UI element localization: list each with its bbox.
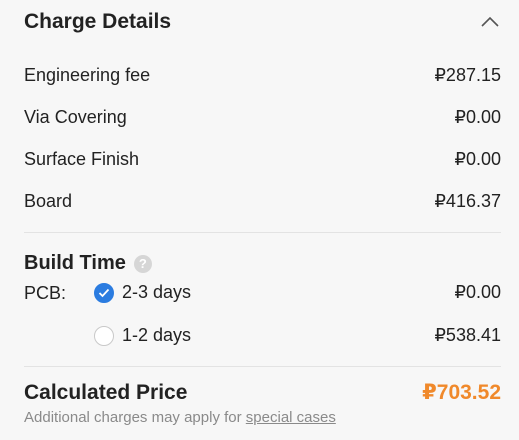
build-option-radio-2-3-days[interactable]: 2-3 days [94, 282, 191, 303]
charge-row-via-covering: Via Covering ₽0.00 [24, 107, 501, 128]
pcb-label: PCB: [24, 283, 67, 303]
chevron-up-icon[interactable] [479, 11, 501, 33]
build-time-title: Build Time [24, 252, 126, 274]
charge-label: Surface Finish [24, 149, 140, 169]
help-icon[interactable]: ? [133, 254, 152, 273]
charge-row-surface-finish: Surface Finish ₽0.00 [24, 149, 501, 170]
build-option-1-2-days: 1-2 days ₽538.41 [94, 325, 501, 346]
additional-charges-note: Additional charges may apply for special… [24, 409, 336, 426]
charge-value: ₽0.00 [454, 149, 502, 169]
charge-label: Engineering fee [24, 65, 151, 85]
charge-value: ₽416.37 [434, 191, 501, 211]
radio-unchecked-icon[interactable] [94, 325, 114, 346]
charge-row-engineering-fee: Engineering fee ₽287.15 [24, 65, 501, 86]
calculated-price-value: ₽703.52 [422, 381, 501, 404]
charge-value: ₽0.00 [454, 107, 502, 127]
build-option-radio-1-2-days[interactable]: 1-2 days [94, 325, 191, 346]
charge-row-board: Board ₽416.37 [24, 191, 501, 212]
divider [24, 232, 501, 233]
note-text: Additional charges may apply for [24, 409, 242, 426]
build-option-2-3-days: 2-3 days ₽0.00 [94, 282, 501, 303]
radio-checked-icon[interactable] [94, 282, 114, 303]
build-option-value: ₽0.00 [454, 282, 502, 302]
build-option-value: ₽538.41 [434, 325, 501, 345]
charge-label: Via Covering [24, 107, 127, 127]
charge-details-title: Charge Details [24, 10, 172, 33]
charge-value: ₽287.15 [434, 65, 501, 85]
calculated-price-label: Calculated Price [24, 380, 188, 404]
build-option-label: 1-2 days [122, 325, 192, 345]
build-time-heading: Build Time ? [24, 252, 152, 275]
charge-details-panel: Charge Details Engineering fee ₽287.15 V… [0, 0, 519, 440]
special-cases-link[interactable]: special cases [246, 409, 336, 426]
divider [24, 366, 501, 367]
build-option-label: 2-3 days [122, 282, 192, 302]
charge-label: Board [24, 191, 73, 211]
charge-details-header[interactable]: Charge Details [24, 8, 501, 36]
calculated-price-row: Calculated Price ₽703.52 [24, 380, 501, 405]
